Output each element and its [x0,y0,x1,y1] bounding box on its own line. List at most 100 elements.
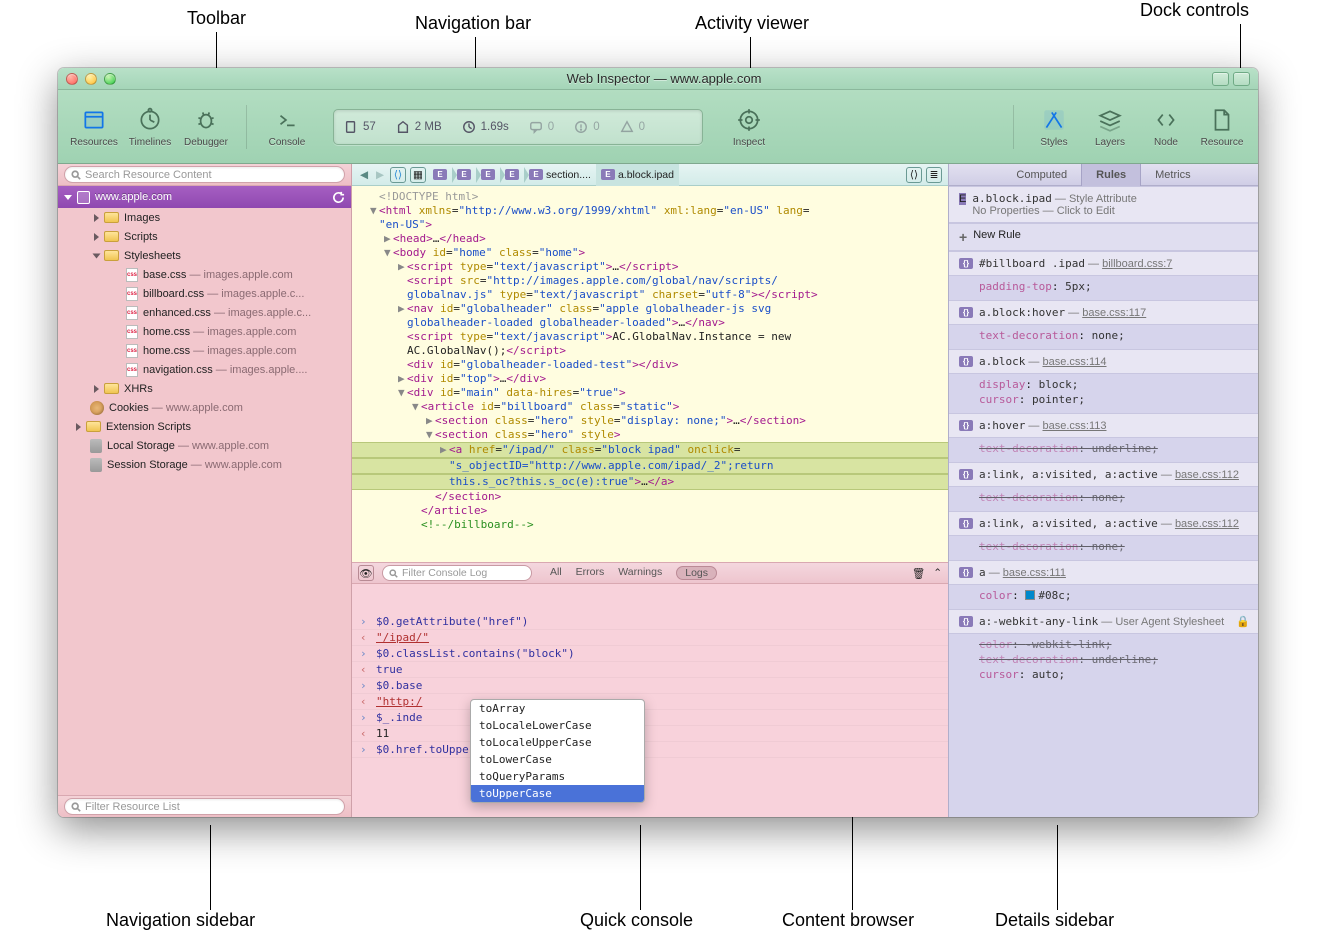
source-link[interactable]: base.css:111 [1003,567,1066,579]
dom-line[interactable]: ▼<section class="hero" style> [352,428,948,442]
layers-panel-button[interactable]: Layers [1084,99,1136,155]
details-tab-rules[interactable]: Rules [1081,164,1141,186]
dom-line[interactable]: AC.GlobalNav();</script> [352,344,948,358]
collapse-console-button[interactable]: ⌃ [933,567,942,580]
autocomplete-item[interactable]: toLowerCase [471,751,644,768]
dom-line[interactable]: <script type="text/javascript">AC.Global… [352,330,948,344]
dom-tree-button[interactable]: ⟨⟩ [390,167,406,183]
dom-line[interactable]: </section> [352,490,948,504]
resources-tab[interactable]: Resources [68,99,120,155]
dom-line[interactable]: ▶<a href="/ipad/" class="block ipad" onc… [352,442,948,458]
dom-line[interactable]: ▼<div id="main" data-hires="true"> [352,386,948,400]
rule-body[interactable]: display: block;cursor: pointer; [949,374,1258,413]
breadcrumb-item[interactable]: E [428,164,452,186]
tree-item[interactable]: Local Storage — www.apple.com [58,436,351,455]
autocomplete-popup[interactable]: toArraytoLocaleLowerCasetoLocaleUpperCas… [470,699,645,803]
rule-header[interactable]: {}a.block:hover — base.css:117 [949,300,1258,325]
zoom-window-button[interactable] [104,73,116,85]
rule-body[interactable]: color: #08c; [949,585,1258,609]
rule-header[interactable]: {}a:link, a:visited, a:active — base.css… [949,511,1258,536]
debugger-tab[interactable]: Debugger [180,99,232,155]
console-tab-all[interactable]: All [550,566,562,580]
rule-header[interactable]: {}a — base.css:111 [949,560,1258,585]
rule-body[interactable]: text-decoration: none; [949,325,1258,349]
rule-body[interactable]: text-decoration: none; [949,487,1258,511]
console-tab[interactable]: Console [261,99,313,155]
details-tab-metrics[interactable]: Metrics [1141,164,1204,186]
console-line[interactable]: ›$0.base [352,678,948,694]
node-panel-button[interactable]: Node [1140,99,1192,155]
search-input[interactable]: Search Resource Content [64,166,345,183]
close-window-button[interactable] [66,73,78,85]
dom-line[interactable]: ▼<body id="home" class="home"> [352,246,948,260]
tree-root[interactable]: www.apple.com [58,186,351,208]
back-button[interactable]: ◀ [356,167,372,183]
source-link[interactable]: base.css:113 [1042,420,1106,432]
dom-tree[interactable]: <!DOCTYPE html>▼<html xmlns="http://www.… [352,186,948,562]
dom-line[interactable]: ▶<div id="top">…</div> [352,372,948,386]
console-line[interactable]: ›$_.inde [352,710,948,726]
forward-button[interactable]: ▶ [372,167,388,183]
tree-item[interactable]: cssbillboard.css — images.apple.c... [58,284,351,303]
autocomplete-item[interactable]: toArray [471,700,644,717]
new-rule-button[interactable]: + New Rule [949,223,1258,251]
console-line[interactable]: ›$0.classList.contains("block") [352,646,948,662]
rule-body[interactable]: padding-top: 5px; [949,276,1258,300]
inspect-button[interactable]: Inspect [723,99,775,155]
breadcrumb-item[interactable]: E [452,164,476,186]
tree-item[interactable]: Extension Scripts [58,417,351,436]
clear-console-button[interactable]: 🗑 [912,567,925,580]
console-tab-warnings[interactable]: Warnings [618,566,662,580]
rule-body[interactable]: text-decoration: underline; [949,438,1258,462]
dom-line[interactable]: ▶<nav id="globalheader" class="apple glo… [352,302,948,316]
settings-icon[interactable]: ≣ [926,167,942,183]
resource-panel-button[interactable]: Resource [1196,99,1248,155]
console-line[interactable]: ‹"/ipad/" [352,630,948,646]
console-line[interactable]: ›$0.href.toUpperCase [352,742,948,758]
console-line[interactable]: ‹true [352,662,948,678]
console-line[interactable]: ‹"http:/ [352,694,948,710]
tree-item[interactable]: Cookies — www.apple.com [58,398,351,417]
tree-item[interactable]: Session Storage — www.apple.com [58,455,351,474]
source-link[interactable]: base.css:114 [1042,356,1106,368]
source-link[interactable]: base.css:112 [1175,518,1239,530]
rule-body[interactable]: color: -webkit-link;text-decoration: und… [949,634,1258,688]
breadcrumb-item[interactable]: E [476,164,500,186]
dom-line[interactable]: "s_objectID="http://www.apple.com/ipad/_… [352,458,948,474]
console-body[interactable]: ›$0.getAttribute("href")‹"/ipad/"›$0.cla… [352,584,948,817]
console-filter-input[interactable]: Filter Console Log [382,565,532,581]
dom-line[interactable]: ▶<script type="text/javascript">…</scrip… [352,260,948,274]
tree-item[interactable]: Stylesheets [58,246,351,265]
source-link[interactable]: base.css:117 [1082,307,1146,319]
rule-body[interactable]: text-decoration: none; [949,536,1258,560]
rule-header[interactable]: {}a:link, a:visited, a:active — base.css… [949,462,1258,487]
rule-header[interactable]: {}a.block — base.css:114 [949,349,1258,374]
console-toggle-button[interactable]: 👁 [358,565,374,581]
rule-header[interactable]: {}#billboard .ipad — billboard.css:7 [949,251,1258,276]
tree-item[interactable]: csshome.css — images.apple.com [58,322,351,341]
source-link[interactable]: base.css:112 [1175,469,1239,481]
source-link[interactable]: billboard.css:7 [1102,258,1172,270]
dom-line[interactable]: this.s_oc?this.s_oc(e):true">…</a> [352,474,948,490]
dom-line[interactable]: ▼<html xmlns="http://www.w3.org/1999/xht… [352,204,948,218]
details-tab-computed[interactable]: Computed [1002,164,1081,186]
reload-button[interactable] [332,191,345,204]
dom-line[interactable]: ▼<article id="billboard" class="static"> [352,400,948,414]
rule-header[interactable]: {}a:hover — base.css:113 [949,413,1258,438]
dom-line[interactable]: <!--/billboard--> [352,518,948,532]
console-tab-logs[interactable]: Logs [676,566,717,580]
dom-line[interactable]: </article> [352,504,948,518]
autocomplete-item[interactable]: toQueryParams [471,768,644,785]
dom-line[interactable]: "en-US"> [352,218,948,232]
path-component-icon[interactable]: ⟨⟩ [906,167,922,183]
filter-input[interactable]: Filter Resource List [64,798,345,815]
dom-line[interactable]: <script src="http://images.apple.com/glo… [352,274,948,288]
breadcrumbs[interactable]: EEEEEsection....Ea.block.ipad [428,164,904,186]
breadcrumb-item[interactable]: Esection.... [524,164,596,186]
tree-item[interactable]: cssnavigation.css — images.apple.... [58,360,351,379]
breadcrumb-item[interactable]: Ea.block.ipad [596,164,679,186]
autocomplete-item[interactable]: toLocaleLowerCase [471,717,644,734]
tree-item[interactable]: cssbase.css — images.apple.com [58,265,351,284]
tree-item[interactable]: XHRs [58,379,351,398]
dom-line[interactable]: ▶<section class="hero" style="display: n… [352,414,948,428]
